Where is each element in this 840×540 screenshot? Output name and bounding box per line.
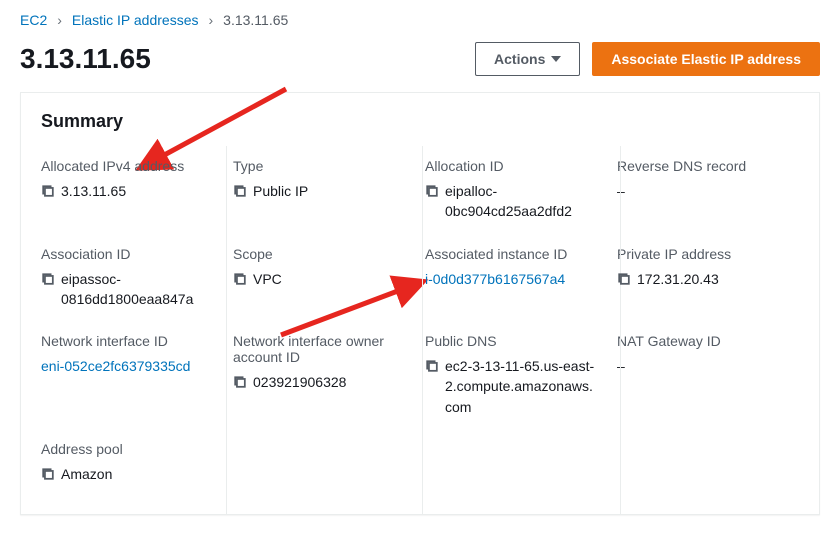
label: Scope [233,246,407,262]
field-reverse-dns: Reverse DNS record – [617,146,799,234]
summary-panel: Summary Allocated IPv4 address 3.13.11.6… [20,92,820,515]
label: Associated instance ID [425,246,599,262]
breadcrumb-current: 3.13.11.65 [223,12,288,28]
breadcrumb-sep: › [209,12,214,28]
breadcrumb-ec2[interactable]: EC2 [20,12,47,28]
actions-label: Actions [494,51,545,67]
value: eipassoc-0816dd1800eaa847a [61,269,215,310]
copy-icon[interactable] [233,375,247,389]
field-allocation-id: Allocation ID eipalloc-0bc904cd25aa2dfd2 [425,146,607,234]
field-eni-owner: Network interface owner account ID 02392… [233,321,415,429]
copy-icon[interactable] [425,184,439,198]
copy-icon[interactable] [233,272,247,286]
label: Network interface owner account ID [233,333,407,365]
eni-link[interactable]: eni-052ce2fc6379335cd [41,356,190,376]
label: Type [233,158,407,174]
field-type: Type Public IP [233,146,415,234]
chevron-down-icon [551,56,561,62]
value: Public IP [253,181,308,201]
value: Amazon [61,464,112,484]
label: Association ID [41,246,215,262]
associate-eip-button[interactable]: Associate Elastic IP address [592,42,820,76]
field-allocated-ipv4: Allocated IPv4 address 3.13.11.65 [41,146,223,234]
field-eni-id: Network interface ID eni-052ce2fc6379335… [41,321,223,429]
field-nat-gw: NAT Gateway ID – [617,321,799,429]
copy-icon[interactable] [425,359,439,373]
label: Network interface ID [41,333,215,349]
label: NAT Gateway ID [617,333,791,349]
label: Public DNS [425,333,599,349]
field-public-dns: Public DNS ec2-3-13-11-65.us-east-2.comp… [425,321,607,429]
value: – [617,356,625,376]
field-scope: Scope VPC [233,234,415,322]
copy-icon[interactable] [617,272,631,286]
label: Allocation ID [425,158,599,174]
summary-title: Summary [21,93,819,146]
breadcrumb-sep: › [57,12,62,28]
label: Private IP address [617,246,791,262]
instance-link[interactable]: i-0d0d377b6167567a4 [425,269,565,289]
value: VPC [253,269,282,289]
actions-button[interactable]: Actions [475,42,580,76]
label: Address pool [41,441,215,457]
value: 172.31.20.43 [637,269,719,289]
value: eipalloc-0bc904cd25aa2dfd2 [445,181,599,222]
breadcrumb-eip-list[interactable]: Elastic IP addresses [72,12,199,28]
field-address-pool: Address pool Amazon [41,429,223,496]
label: Reverse DNS record [617,158,791,174]
copy-icon[interactable] [233,184,247,198]
breadcrumb: EC2 › Elastic IP addresses › 3.13.11.65 [20,8,820,42]
page-title: 3.13.11.65 [20,43,151,75]
label: Allocated IPv4 address [41,158,215,174]
field-associated-instance: Associated instance ID i-0d0d377b6167567… [425,234,607,322]
field-association-id: Association ID eipassoc-0816dd1800eaa847… [41,234,223,322]
value: ec2-3-13-11-65.us-east-2.compute.amazona… [445,356,599,417]
field-private-ip: Private IP address 172.31.20.43 [617,234,799,322]
value: 3.13.11.65 [61,181,126,201]
copy-icon[interactable] [41,272,55,286]
value: – [617,181,625,201]
copy-icon[interactable] [41,467,55,481]
copy-icon[interactable] [41,184,55,198]
value: 023921906328 [253,372,346,392]
